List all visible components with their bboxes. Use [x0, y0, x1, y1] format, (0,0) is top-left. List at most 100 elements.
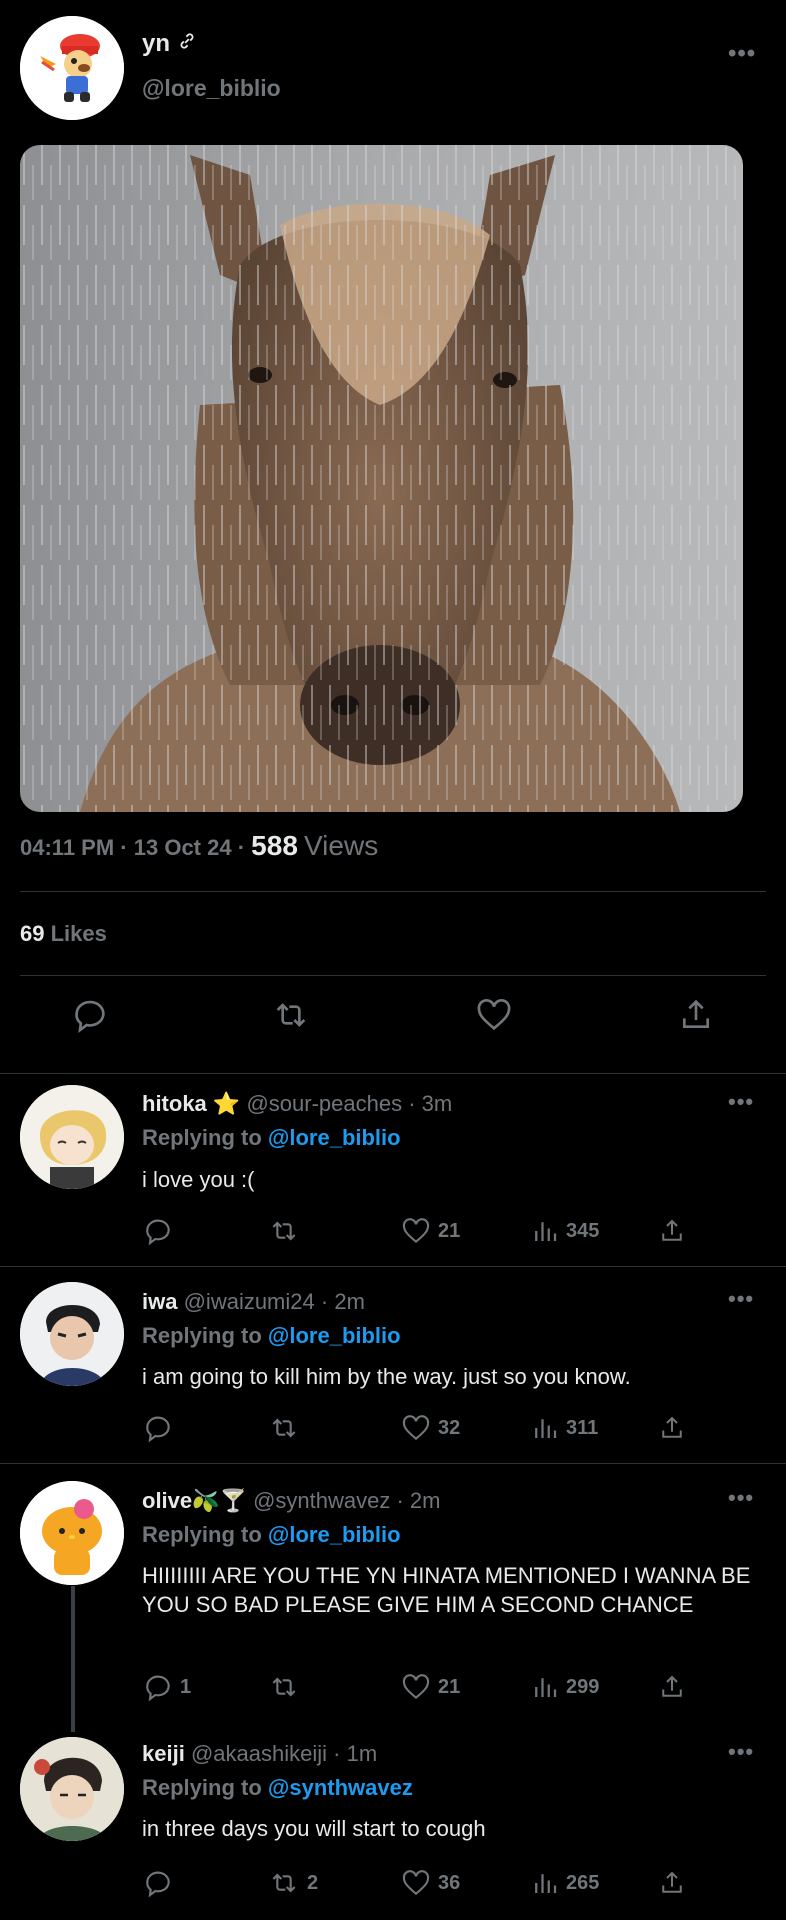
share-icon[interactable] — [657, 1213, 687, 1249]
keiji-avatar-icon — [20, 1737, 124, 1841]
divider — [20, 891, 766, 892]
reply-author-name[interactable]: iwa — [142, 1289, 177, 1314]
likes-link[interactable]: 69 Likes — [20, 921, 107, 947]
replying-to: Replying to @synthwavez — [142, 1775, 413, 1801]
more-dots-icon[interactable]: ••• — [728, 40, 758, 67]
reply-text: in three days you will start to cough — [142, 1816, 486, 1841]
view-count: 345 — [566, 1219, 600, 1242]
view-count: 311 — [566, 1416, 599, 1439]
reply-author-name[interactable]: hitoka — [142, 1091, 207, 1116]
horse-in-rain-image — [20, 145, 743, 812]
meta-separator: · — [320, 1289, 329, 1314]
replying-label: Replying to — [142, 1775, 262, 1800]
retweet-icon[interactable] — [267, 1410, 307, 1446]
retweet-count: 2 — [307, 1871, 319, 1894]
reply-action-bar: 21 345 — [142, 1213, 722, 1253]
heart-icon[interactable]: 36 — [400, 1865, 460, 1901]
name-emoji: ⭐ — [212, 1091, 241, 1116]
reply-tweet[interactable]: keiji @akaashikeiji · 1m ••• Replying to… — [0, 1733, 786, 1920]
author-display-name[interactable]: yn — [142, 30, 198, 59]
heart-icon[interactable]: 32 — [400, 1410, 460, 1446]
views-chart-icon[interactable]: 265 — [530, 1865, 599, 1901]
heart-icon[interactable]: 21 — [400, 1213, 460, 1249]
reply-text: i am going to kill him by the way. just … — [142, 1364, 631, 1389]
avatar[interactable] — [20, 16, 124, 120]
reply-action-bar: 2 36 265 — [142, 1865, 722, 1905]
meta-separator: · — [408, 1091, 416, 1116]
author-name-text: yn — [142, 30, 171, 57]
replying-to: Replying to @lore_biblio — [142, 1125, 401, 1151]
reply-icon[interactable] — [142, 1410, 180, 1446]
avatar[interactable] — [20, 1737, 124, 1841]
tweet-meta: 04:11 PM · 13 Oct 24 · 588 Views — [20, 830, 378, 870]
view-count: 299 — [566, 1675, 600, 1698]
tweet-header: yn @lore_biblio ••• — [0, 0, 786, 140]
reply-count: 1 — [180, 1675, 192, 1698]
tweet-action-bar — [0, 995, 786, 1055]
iwa-avatar-icon — [20, 1282, 124, 1386]
more-dots-icon[interactable]: ••• — [728, 1485, 754, 1511]
retweet-icon[interactable] — [267, 1213, 307, 1249]
reply-author-handle[interactable]: @sour-peaches — [246, 1091, 402, 1116]
avatar[interactable] — [20, 1085, 124, 1189]
more-dots-icon[interactable]: ••• — [728, 1739, 754, 1765]
reply-tweet[interactable]: iwa @iwaizumi24 · 2m ••• Replying to @lo… — [0, 1266, 786, 1463]
reply-author-name[interactable]: olive — [142, 1488, 192, 1513]
reply-action-bar: 32 311 — [142, 1410, 722, 1450]
reply-icon[interactable] — [142, 1865, 180, 1901]
reply-action-bar: 1 21 299 — [142, 1669, 722, 1709]
mention-link[interactable]: @synthwavez — [268, 1775, 413, 1800]
mention-link[interactable]: @lore_biblio — [268, 1522, 401, 1547]
tweet-date: 13 Oct 24 — [133, 835, 232, 860]
reply-time: 1m — [346, 1741, 378, 1766]
tweet-time: 04:11 PM — [20, 835, 115, 860]
mention-link[interactable]: @lore_biblio — [268, 1125, 401, 1150]
share-icon[interactable] — [676, 995, 720, 1039]
share-icon[interactable] — [657, 1669, 687, 1705]
reply-time: 3m — [421, 1091, 453, 1116]
retweet-icon[interactable]: 2 — [267, 1865, 318, 1901]
views-chart-icon[interactable]: 345 — [530, 1213, 599, 1249]
meta-separator: · — [333, 1741, 341, 1766]
heart-icon[interactable]: 21 — [400, 1669, 460, 1705]
reply-time: 2m — [409, 1488, 441, 1513]
reply-header: iwa @iwaizumi24 · 2m — [142, 1289, 365, 1315]
reply-author-handle[interactable]: @synthwavez — [253, 1488, 390, 1513]
olive-avatar-icon — [20, 1481, 124, 1585]
likes-count: 69 — [20, 921, 45, 946]
reply-author-name[interactable]: keiji — [142, 1741, 185, 1766]
reply-text: HIIIIIIII ARE YOU THE YN HINATA MENTIONE… — [142, 1563, 751, 1617]
author-handle[interactable]: @lore_biblio — [142, 75, 281, 102]
replying-label: Replying to — [142, 1323, 262, 1348]
mention-link[interactable]: @lore_biblio — [268, 1323, 401, 1348]
retweet-icon[interactable] — [270, 995, 314, 1039]
more-dots-icon[interactable]: ••• — [728, 1286, 754, 1312]
reply-icon[interactable] — [142, 1213, 180, 1249]
more-dots-icon[interactable]: ••• — [728, 1089, 754, 1115]
reply-author-handle[interactable]: @akaashikeiji — [191, 1741, 327, 1766]
heart-icon[interactable] — [473, 995, 517, 1039]
reply-tweet[interactable]: olive🫒🍸 @synthwavez · 2m ••• Replying to… — [0, 1463, 786, 1733]
retweet-icon[interactable] — [267, 1669, 307, 1705]
views-chart-icon[interactable]: 311 — [530, 1410, 598, 1446]
avatar[interactable] — [20, 1481, 124, 1585]
reply-icon[interactable] — [70, 995, 114, 1039]
reply-icon[interactable]: 1 — [142, 1669, 191, 1705]
views-chart-icon[interactable]: 299 — [530, 1669, 599, 1705]
reply-author-handle[interactable]: @iwaizumi24 — [184, 1289, 315, 1314]
tweet-media-image[interactable] — [20, 145, 743, 812]
meta-separator: · — [120, 835, 128, 860]
avatar[interactable] — [20, 1282, 124, 1386]
reply-tweet[interactable]: hitoka ⭐ @sour-peaches · 3m ••• Replying… — [0, 1073, 786, 1266]
views-label: Views — [304, 830, 379, 861]
replying-label: Replying to — [142, 1522, 262, 1547]
like-count: 21 — [438, 1675, 461, 1698]
parappa-avatar-icon — [20, 16, 124, 120]
like-count: 36 — [438, 1871, 461, 1894]
reply-header: keiji @akaashikeiji · 1m — [142, 1741, 377, 1767]
share-icon[interactable] — [657, 1410, 687, 1446]
share-icon[interactable] — [657, 1865, 687, 1901]
meta-separator: · — [396, 1488, 404, 1513]
view-count: 265 — [566, 1871, 600, 1894]
meta-separator: · — [237, 835, 246, 860]
